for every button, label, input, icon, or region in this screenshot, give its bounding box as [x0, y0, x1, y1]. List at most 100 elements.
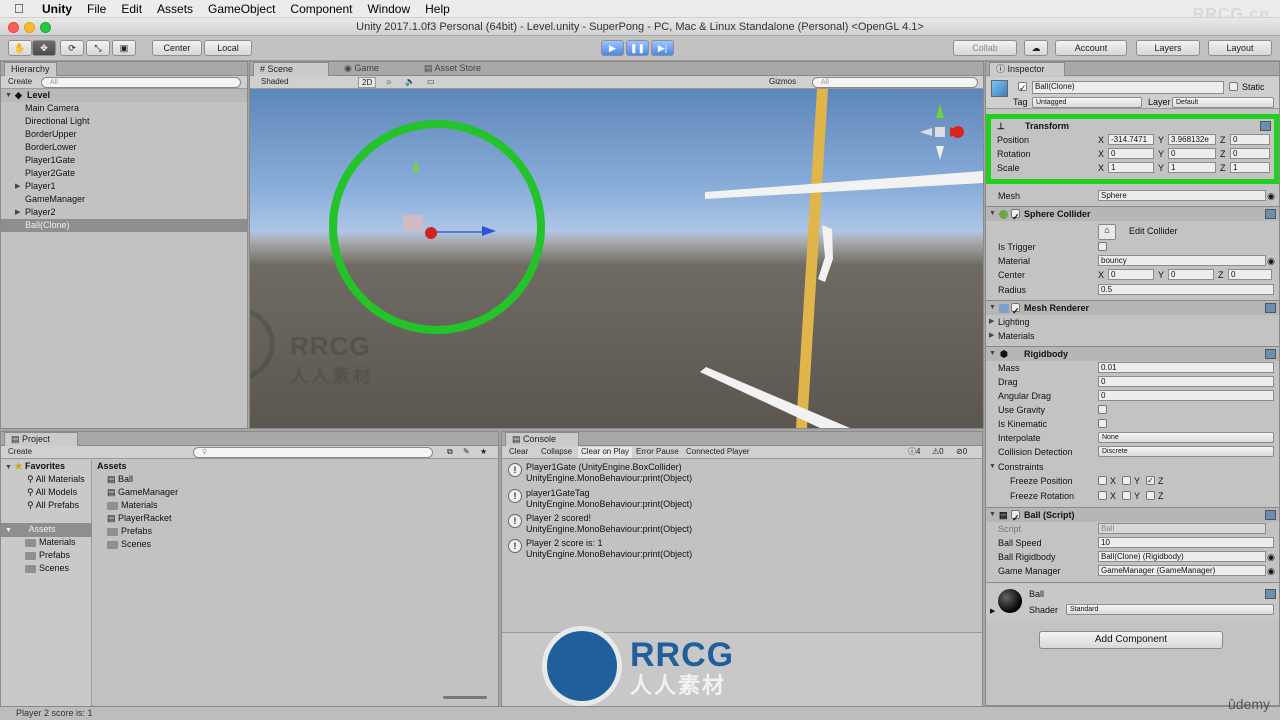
layer-dropdown[interactable]: Default — [1172, 97, 1274, 108]
mesh-field[interactable]: Sphere — [1098, 190, 1266, 201]
scale-tool-button[interactable]: ⤡ — [86, 40, 110, 56]
hierarchy-search-input[interactable]: All — [41, 77, 241, 88]
expand-arrow-icon[interactable]: ▼ — [5, 89, 12, 102]
console-connected-player-dropdown[interactable]: Connected Player — [683, 447, 753, 458]
account-dropdown[interactable]: Account — [1055, 40, 1127, 56]
scale-z-field[interactable]: 1 — [1230, 162, 1270, 173]
layout-dropdown[interactable]: Layout — [1208, 40, 1272, 56]
freeze-pos-y-checkbox[interactable] — [1122, 476, 1131, 485]
game-manager-field[interactable]: GameManager (GameManager) — [1098, 565, 1266, 576]
console-warning-count[interactable]: ⚠0 — [929, 447, 947, 458]
rotation-z-field[interactable]: 0 — [1230, 148, 1270, 159]
scene-search-input[interactable]: All — [812, 77, 978, 88]
rotation-y-field[interactable]: 0 — [1168, 148, 1216, 159]
use-gravity-checkbox[interactable] — [1098, 405, 1107, 414]
component-settings-icon[interactable] — [1265, 209, 1276, 219]
cloud-button[interactable]: ☁ — [1024, 40, 1048, 56]
hierarchy-item[interactable]: BorderLower — [1, 141, 247, 154]
tab-project[interactable]: ▤ Project — [4, 432, 78, 446]
tab-inspector[interactable]: ⓘ Inspector — [989, 62, 1065, 76]
favorites-header[interactable]: ▼ ★ Favorites — [5, 460, 65, 474]
asset-subfolder[interactable]: Prefabs — [25, 549, 70, 562]
rotate-tool-button[interactable]: ⟳ — [60, 40, 84, 56]
tab-game[interactable]: ◉ Game — [338, 62, 385, 76]
is-trigger-checkbox[interactable] — [1098, 242, 1107, 251]
project-search-input[interactable]: ⚲ — [193, 447, 433, 458]
drag-field[interactable]: 0 — [1098, 376, 1274, 387]
hierarchy-item[interactable]: Main Camera — [1, 102, 247, 115]
constraints-foldout[interactable]: ▼ Constraints — [986, 460, 1279, 474]
materials-foldout[interactable]: ▶ Materials — [986, 329, 1279, 343]
shader-dropdown[interactable]: Standard — [1066, 604, 1274, 615]
filter-label-icon[interactable]: ✎ — [460, 447, 473, 458]
project-create-button[interactable]: Create — [5, 447, 35, 458]
component-settings-icon[interactable] — [1265, 349, 1276, 359]
pause-button[interactable]: ❚❚ — [626, 40, 649, 56]
collider-material-field[interactable]: bouncy — [1098, 255, 1266, 266]
angular-drag-field[interactable]: 0 — [1098, 390, 1274, 401]
asset-item[interactable]: Prefabs — [107, 525, 152, 538]
favorites-item[interactable]: ⚲ All Prefabs — [27, 499, 79, 512]
ball-script-header[interactable]: ▼ ▤ ✓ Ball (Script) — [986, 507, 1279, 523]
pivot-center-button[interactable]: Center — [152, 40, 202, 56]
hierarchy-item[interactable]: ▶ Player2 — [1, 206, 247, 219]
expand-arrow-icon[interactable]: ▶ — [15, 206, 20, 219]
scene-row[interactable]: ▼ ◆ Level — [1, 89, 247, 102]
move-tool-button[interactable]: ✥ — [32, 40, 56, 56]
tab-hierarchy[interactable]: Hierarchy — [4, 62, 57, 76]
rotation-x-field[interactable]: 0 — [1108, 148, 1154, 159]
asset-item[interactable]: ▤ Ball — [107, 473, 133, 486]
interpolate-dropdown[interactable]: None — [1098, 432, 1274, 443]
pivot-local-button[interactable]: Local — [204, 40, 252, 56]
mesh-renderer-enabled-checkbox[interactable]: ✓ — [1011, 303, 1020, 316]
console-entry[interactable]: ! player1GateTag UnityEngine.MonoBehavio… — [502, 487, 982, 512]
mass-field[interactable]: 0.01 — [1098, 362, 1274, 373]
scale-y-field[interactable]: 1 — [1168, 162, 1216, 173]
sphere-collider-header[interactable]: ▼ ✓ Sphere Collider — [986, 206, 1279, 222]
menu-component[interactable]: Component — [290, 2, 352, 16]
ball-script-enabled-checkbox[interactable]: ✓ — [1011, 510, 1020, 523]
center-z-field[interactable]: 0 — [1228, 269, 1272, 280]
is-kinematic-checkbox[interactable] — [1098, 419, 1107, 428]
console-clear-button[interactable]: Clear — [506, 447, 531, 458]
shading-mode-dropdown[interactable]: Shaded — [258, 77, 292, 88]
add-component-button[interactable]: Add Component — [1039, 631, 1223, 649]
menu-file[interactable]: File — [87, 2, 106, 16]
collab-button[interactable]: Collab — [953, 40, 1017, 56]
hierarchy-item[interactable]: BorderUpper — [1, 128, 247, 141]
material-settings-icon[interactable] — [1265, 589, 1276, 599]
ball-rigidbody-field[interactable]: Ball(Clone) (Rigidbody) — [1098, 551, 1266, 562]
freeze-rot-y-checkbox[interactable] — [1122, 491, 1131, 500]
2d-toggle[interactable]: 2D — [358, 77, 377, 88]
menu-app[interactable]: Unity — [42, 2, 72, 16]
menu-gameobject[interactable]: GameObject — [208, 2, 275, 16]
asset-item[interactable]: Scenes — [107, 538, 151, 551]
zoom-window-button[interactable] — [40, 22, 51, 33]
apple-icon[interactable]:  — [14, 1, 28, 16]
center-x-field[interactable]: 0 — [1108, 269, 1154, 280]
asset-item[interactable]: ▤ PlayerRacket — [107, 512, 172, 525]
component-settings-icon[interactable] — [1265, 303, 1276, 313]
hierarchy-item[interactable]: ▶ Player1 — [1, 180, 247, 193]
mesh-renderer-header[interactable]: ▼ ✓ Mesh Renderer — [986, 300, 1279, 316]
scene-viewport[interactable]: RRCG 人人素材 — [250, 89, 983, 428]
object-picker-icon[interactable]: ◉ — [1267, 254, 1275, 268]
menu-assets[interactable]: Assets — [157, 2, 193, 16]
menu-help[interactable]: Help — [425, 2, 450, 16]
console-log-count[interactable]: ⓘ4 — [905, 447, 923, 458]
hand-tool-button[interactable]: ✋ — [8, 40, 32, 56]
scale-x-field[interactable]: 1 — [1108, 162, 1154, 173]
position-y-field[interactable]: 3.968132e — [1168, 134, 1216, 145]
collider-radius-field[interactable]: 0.5 — [1098, 284, 1274, 295]
expand-arrow-icon[interactable]: ▶ — [990, 607, 995, 615]
object-picker-icon[interactable]: ◉ — [1267, 189, 1275, 203]
filter-type-icon[interactable]: ⧉ — [444, 447, 456, 458]
component-settings-icon[interactable] — [1265, 510, 1276, 520]
icon-size-slider[interactable] — [443, 696, 487, 699]
console-entry[interactable]: ! Player 2 score is: 1 UnityEngine.MonoB… — [502, 537, 982, 562]
gizmos-dropdown[interactable]: Gizmos — [766, 77, 799, 88]
transform-settings-icon[interactable] — [1260, 121, 1271, 131]
ball-speed-field[interactable]: 10 — [1098, 537, 1274, 548]
asset-item[interactable]: Materials — [107, 499, 158, 512]
hierarchy-item[interactable]: Player2Gate — [1, 167, 247, 180]
